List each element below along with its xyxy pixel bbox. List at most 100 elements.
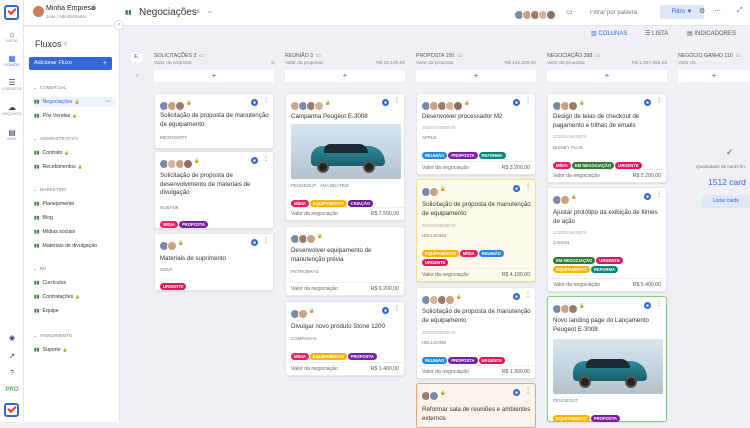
globe-icon[interactable]: ◉ <box>0 334 24 342</box>
sidebar-item-equipe[interactable]: ▮▮ Equipe <box>34 306 116 316</box>
form-icon[interactable]: ▭ <box>199 53 204 59</box>
company-name: Minha Empresa <box>46 5 96 12</box>
sidebar-item-negociacoes[interactable]: ▮▮ Negociações 🔒 ⋯ <box>34 97 116 107</box>
deal-card[interactable]: 🔒 ✱ ⋮ Ajustar protótipo da exibição de fi… <box>547 187 667 292</box>
rail-flows[interactable]: ▦ FLUXOS <box>0 54 24 68</box>
app-logo-bottom[interactable] <box>4 403 19 417</box>
deal-card[interactable]: 🔒 ✱ ⋮ Design de telas de checkout de paga… <box>547 93 667 183</box>
collapse-sidebar-button[interactable]: ‹ <box>114 20 124 30</box>
form-icon[interactable]: ▭ <box>457 53 462 59</box>
tab-columns[interactable]: ▥ COLUNAS <box>591 30 627 37</box>
deal-card[interactable]: 🔒 ✱ ⋮ Desenvolver processador M2 20220204… <box>416 93 536 175</box>
kanban-column: SOLICITAÇÕES 3 ▭ Valor da proposta 0 + 🔒 ✱… <box>154 53 276 423</box>
card-avatars: 🔒 <box>552 301 585 314</box>
deal-card[interactable]: 🔒 ✱ ⋮ Novo landing page do Lançamento Peu… <box>547 296 667 422</box>
more-vertical-icon[interactable]: ⋮ <box>525 98 531 105</box>
tab-indicators[interactable]: ▤ INDICADORES <box>687 30 736 37</box>
sidebar-group[interactable]: ⌄ COMERCIAL <box>33 85 67 91</box>
gear-icon[interactable]: ⚙ <box>699 7 705 15</box>
deal-card[interactable]: 🔒 ✱ ⋮ Solicitação de proposta de manutenç… <box>154 93 274 149</box>
deal-card[interactable]: 🔒 ✱ ⋮ Reformar sala de reuniões e ambient… <box>416 383 536 428</box>
sidebar-group[interactable]: ⌄ RH <box>33 266 46 272</box>
add-card-button[interactable]: + <box>547 70 667 82</box>
plus-icon: + <box>102 60 107 67</box>
column-summary: Valor da proposta 0 <box>154 61 274 66</box>
more-vertical-icon[interactable]: ⋮ <box>263 98 269 105</box>
search-input[interactable] <box>590 6 660 19</box>
add-card-button[interactable]: + <box>678 70 750 82</box>
more-vertical-icon[interactable]: ⋮ <box>525 184 531 191</box>
card-org: PEUGEOUT <box>553 398 579 403</box>
sidebar-item-blog[interactable]: ▮▮ Blog <box>34 213 116 223</box>
filter-icon: ▼ <box>686 9 693 15</box>
sidebar-group[interactable]: ⌄ MARKETING <box>33 187 67 193</box>
filter-button[interactable]: Filtro ▼ <box>660 5 704 19</box>
deal-card[interactable]: 🔒 ✱ ⋮ Solicitação de proposta de manutenç… <box>416 287 536 379</box>
tag: URGENTE <box>478 357 505 364</box>
rail-home[interactable]: ⌂ INÍCIO <box>0 30 24 44</box>
deal-card[interactable]: 🔒 ✱ ⋮ Materiais de suprimento SONY URGENT… <box>154 233 274 291</box>
sidebar-item-planejamento[interactable]: ▮▮ Planejamento <box>34 199 116 209</box>
rail-contacts[interactable]: ☰ CONTATOS <box>0 78 24 92</box>
sidebar-item-pos-vendas[interactable]: ▮▮ Pós Vendas 🔒 <box>34 111 116 121</box>
more-vertical-icon[interactable]: ⋮ <box>525 292 531 299</box>
more-vertical-icon[interactable]: ⋮ <box>525 388 531 395</box>
chart-icon[interactable]: ↗ <box>0 352 24 360</box>
sidebar-group[interactable]: ⌄ ADMINISTRATIVO <box>33 136 78 142</box>
form-icon[interactable]: ▭ <box>316 53 321 59</box>
card-avatars: 🔒 <box>290 231 323 244</box>
more-vertical-icon[interactable]: ⋮ <box>263 156 269 163</box>
form-icon[interactable]: ▭ <box>595 53 600 59</box>
tag: EQUIPAMENTO <box>309 353 347 360</box>
gear-icon[interactable]: ⚙ <box>91 5 96 12</box>
card-org: DISNEY PLUS <box>553 145 583 150</box>
card-avatars: 🔒 <box>421 184 446 197</box>
tag: REFORMA <box>590 266 618 273</box>
more-vertical-icon[interactable]: ⋮ <box>656 98 662 105</box>
app-logo[interactable] <box>4 5 19 20</box>
calendar-icon[interactable]: ▭ <box>566 8 573 16</box>
sidebar-item-midias-sociais[interactable]: ▮▮ Mídias sociais <box>34 227 116 237</box>
more-vertical-icon[interactable]: ⋮ <box>394 98 400 105</box>
rail-more[interactable]: ▤ MAIS <box>0 128 24 142</box>
form-icon[interactable]: ▭ <box>736 53 741 59</box>
add-card-button[interactable]: + <box>416 70 536 82</box>
tab-list[interactable]: ☰ LISTA <box>645 30 668 37</box>
avatar <box>453 101 463 111</box>
add-card-button[interactable]: + <box>154 70 274 82</box>
sidebar-item-curriculos[interactable]: ▮▮ Currículos <box>34 278 116 288</box>
help-icon[interactable]: ? <box>0 370 24 377</box>
more-vertical-icon[interactable]: ⋮ <box>263 238 269 245</box>
sidebar-item-suporte[interactable]: ▮▮ Suporte 🔒 <box>34 345 116 355</box>
deal-card[interactable]: 🔒 ✱ ⋮ Campanha Peugeot E-3008 PEUGEOUT · … <box>285 93 405 221</box>
sidebar-item-contrato[interactable]: ▮▮ Contrato 🔒 <box>34 148 116 158</box>
search-icon[interactable]: ⌕ <box>64 41 67 48</box>
collapsed-column-header[interactable]: F.. <box>131 53 143 62</box>
deal-card[interactable]: 🔒 ✱ ⋮ Solicitação de proposta de manutenç… <box>416 179 536 282</box>
add-card-button[interactable]: + <box>285 70 405 82</box>
deal-card[interactable]: 🔒 Desenvolver equipamento de manutenção … <box>285 226 405 296</box>
members-avatars[interactable] <box>514 7 556 25</box>
title-tools-icon[interactable]: ⇅ ⚏ <box>196 9 215 15</box>
expand-icon[interactable]: ‹› <box>132 73 142 82</box>
list-cards-button[interactable]: Listar cards <box>702 195 750 208</box>
add-flow-button[interactable]: Adicionar Fluxo + <box>29 57 112 70</box>
fullscreen-icon[interactable]: ⤢ <box>737 7 743 15</box>
more-icon[interactable]: ⋯ <box>105 97 111 107</box>
tag: EQUIPAMENTO <box>553 266 590 273</box>
view-tabs: ▥ COLUNAS ☰ LISTA ▤ INDICADORES <box>130 27 750 41</box>
deal-card[interactable]: 🔒 ✱ ⋮ Solicitação de proposta de desenvol… <box>154 151 274 229</box>
more-vertical-icon[interactable]: ⋮ <box>656 192 662 199</box>
notification-badge: ✱ <box>251 157 258 164</box>
sidebar-item-contratacoes[interactable]: ▮▮ Contratações 🔒 <box>34 292 116 302</box>
sidebar-item-materiais[interactable]: ▮▮ Materiais de divulgação <box>34 241 116 251</box>
more-icon[interactable]: ⋯ <box>714 7 721 15</box>
sidebar-group[interactable]: ⌄ ATENDIMENTO <box>33 333 72 339</box>
more-vertical-icon[interactable]: ⋮ <box>394 306 400 313</box>
rail-files[interactable]: ☁ ARQUIVOS <box>0 103 24 117</box>
more-vertical-icon[interactable]: ⋮ <box>656 301 662 308</box>
sidebar-item-recebimentos[interactable]: ▮▮ Recebimentos 🔒 <box>34 162 116 172</box>
lock-icon: 🔒 <box>456 294 462 299</box>
tag: URGENTE <box>160 283 187 290</box>
deal-card[interactable]: 🔒 ✱ ⋮ Divulgar novo produto Stone 1200 CO… <box>285 301 405 376</box>
